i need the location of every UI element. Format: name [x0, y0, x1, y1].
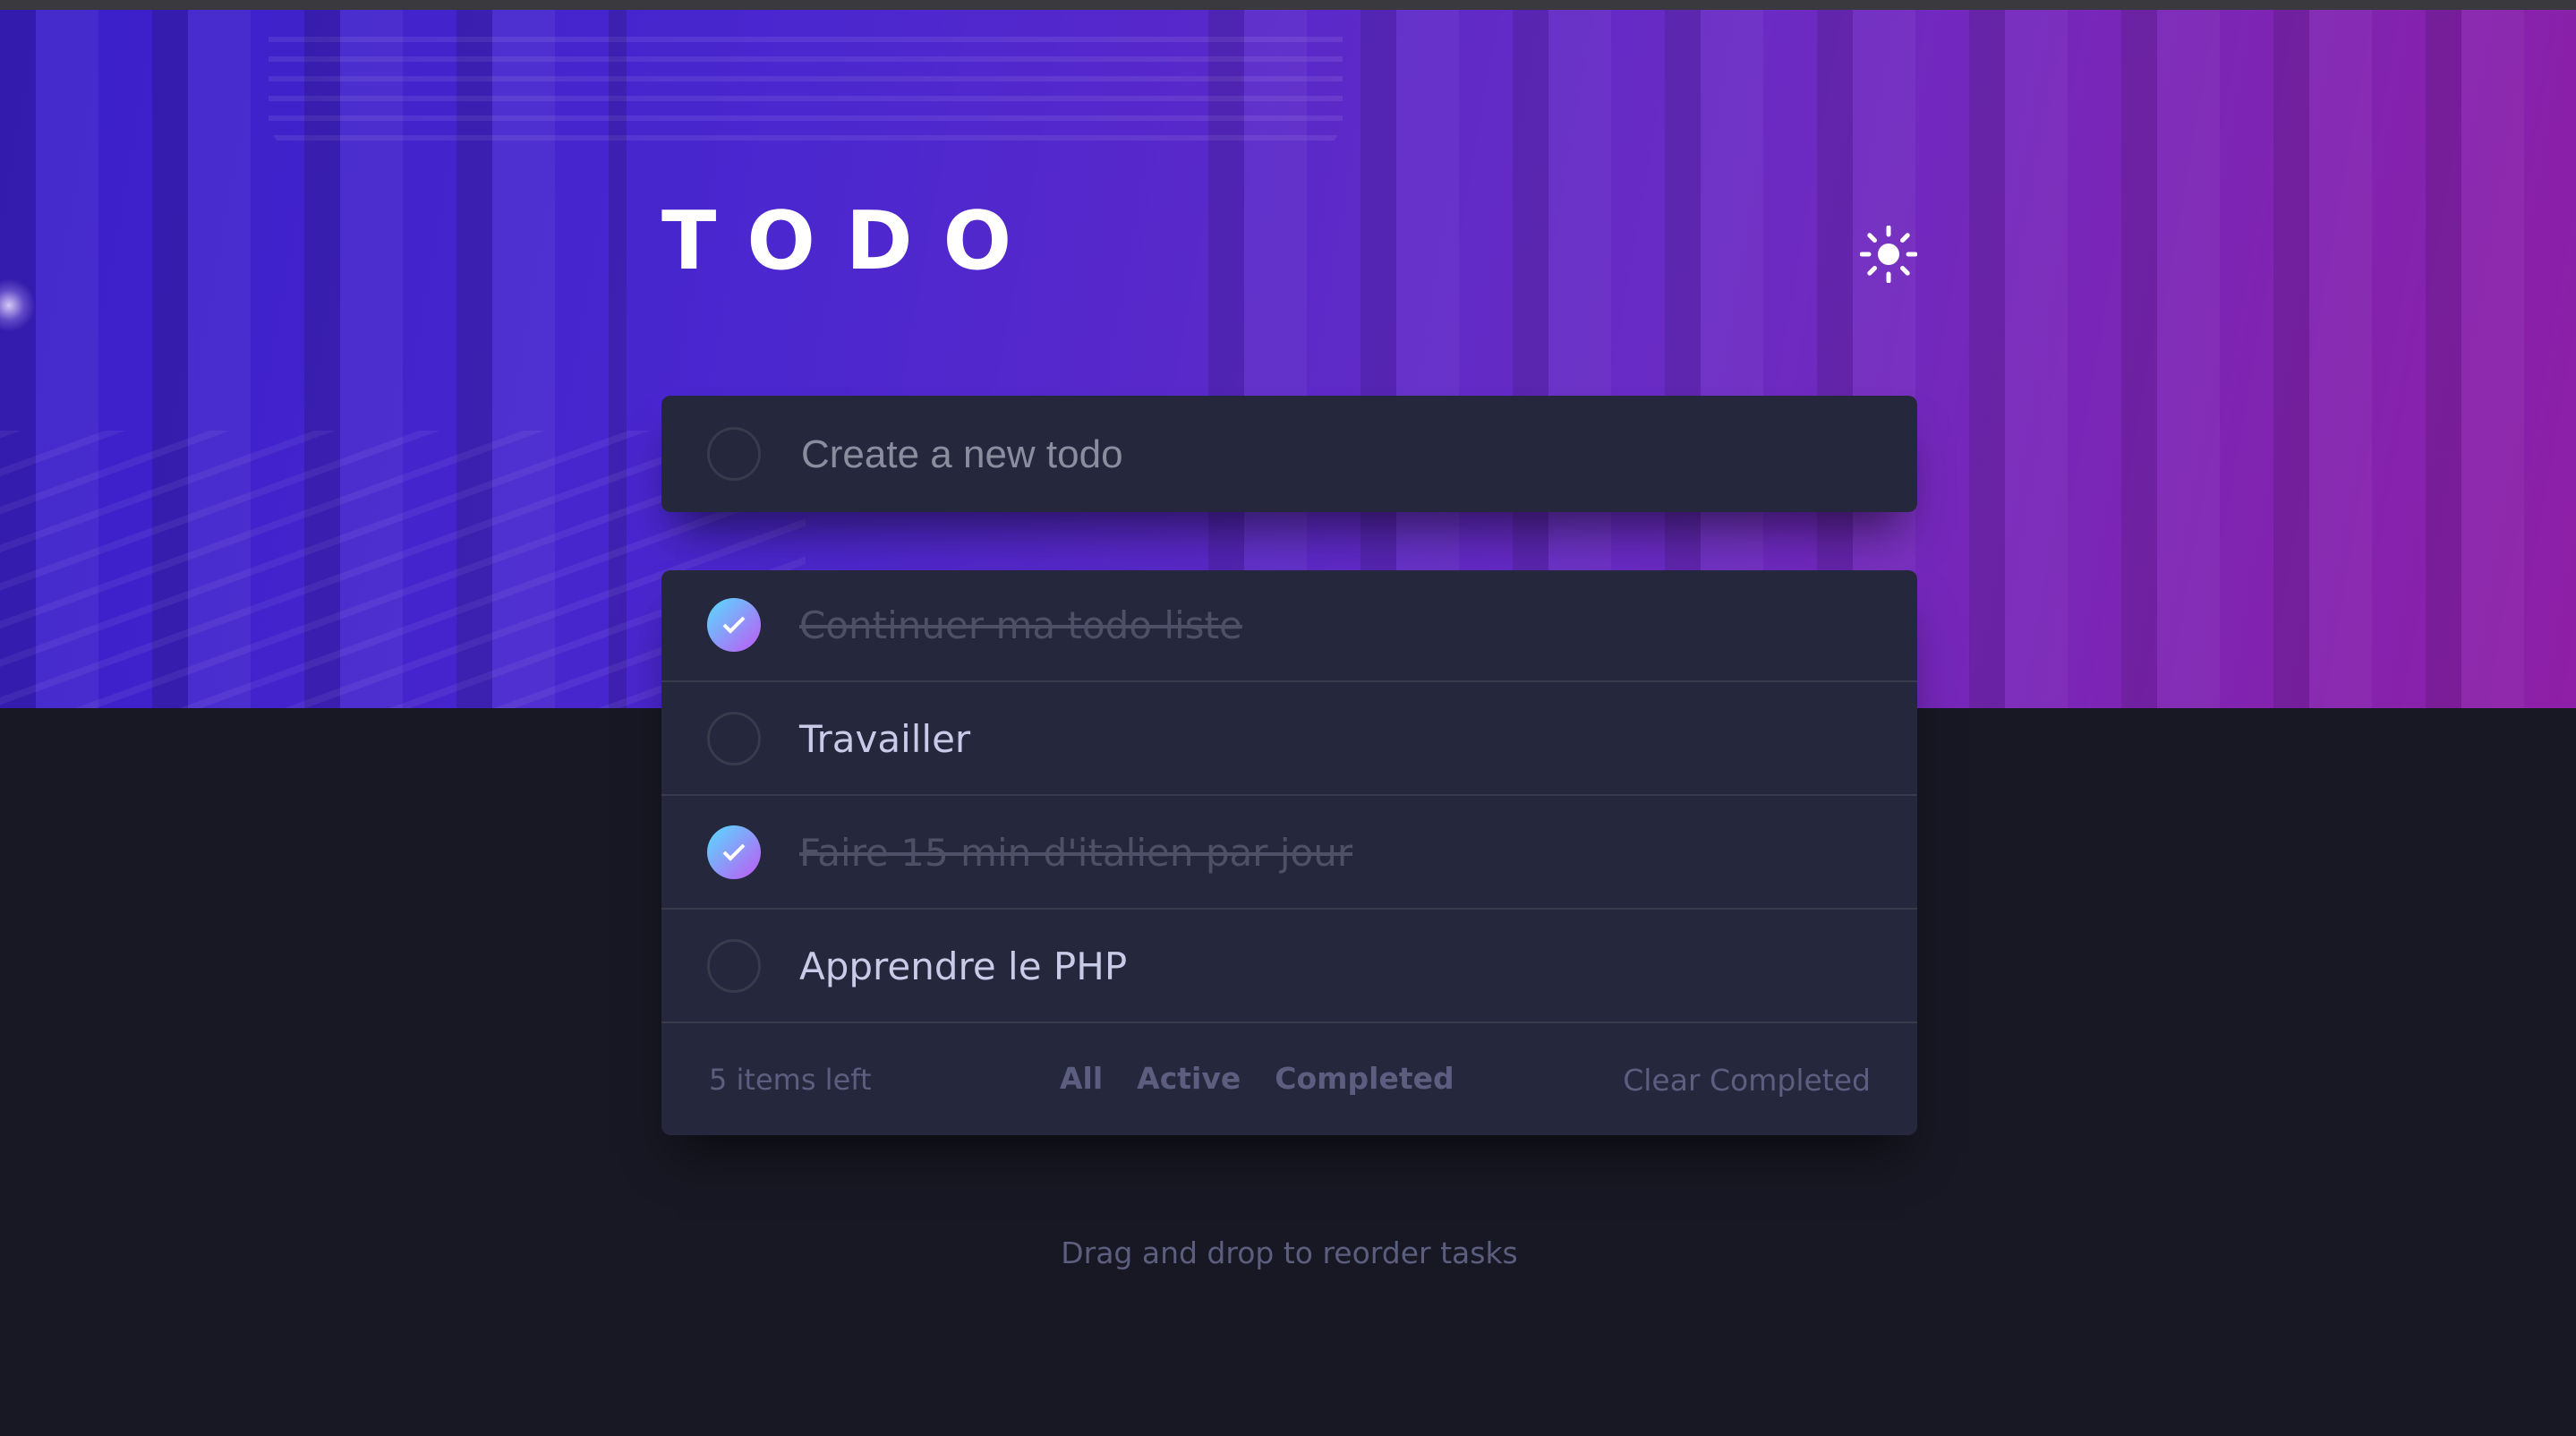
todo-text: Continuer ma todo liste	[799, 603, 1242, 647]
filter-completed[interactable]: Completed	[1275, 1061, 1454, 1096]
filter-group: All Active Completed	[1060, 1061, 1454, 1096]
new-todo-input[interactable]	[799, 423, 1877, 487]
todo-checkbox[interactable]	[707, 939, 761, 993]
todo-checkbox-checked[interactable]	[707, 598, 761, 652]
drag-hint: Drag and drop to reorder tasks	[1061, 1235, 1518, 1270]
todo-item[interactable]: Faire 15 min d'italien par jour	[661, 798, 1917, 910]
todo-item[interactable]: Travailler	[661, 684, 1917, 796]
check-icon	[722, 843, 746, 861]
filter-all[interactable]: All	[1060, 1061, 1103, 1096]
todo-checkbox-checked[interactable]	[707, 825, 761, 879]
top-bar	[0, 0, 2576, 10]
items-left-count: 5 items left	[709, 1063, 872, 1097]
todo-checkbox[interactable]	[707, 712, 761, 765]
new-todo-circle	[707, 427, 761, 481]
todo-list: Continuer ma todo liste Travailler Faire…	[661, 570, 1917, 1135]
todo-item[interactable]: Apprendre le PHP	[661, 911, 1917, 1023]
check-icon	[722, 616, 746, 634]
sun-icon	[1860, 226, 1917, 283]
new-todo-form	[661, 396, 1917, 512]
todo-text: Travailler	[799, 717, 971, 761]
clear-completed-button[interactable]: Clear Completed	[1623, 1063, 1871, 1098]
theme-toggle-button[interactable]	[1860, 226, 1917, 283]
todo-text: Faire 15 min d'italien par jour	[799, 831, 1353, 875]
app-title: TODO	[661, 194, 1043, 288]
filter-active[interactable]: Active	[1137, 1061, 1241, 1096]
todo-item[interactable]: Continuer ma todo liste	[661, 570, 1917, 682]
list-footer: 5 items left All Active Completed Clear …	[661, 1025, 1917, 1135]
todo-text: Apprendre le PHP	[799, 945, 1128, 988]
